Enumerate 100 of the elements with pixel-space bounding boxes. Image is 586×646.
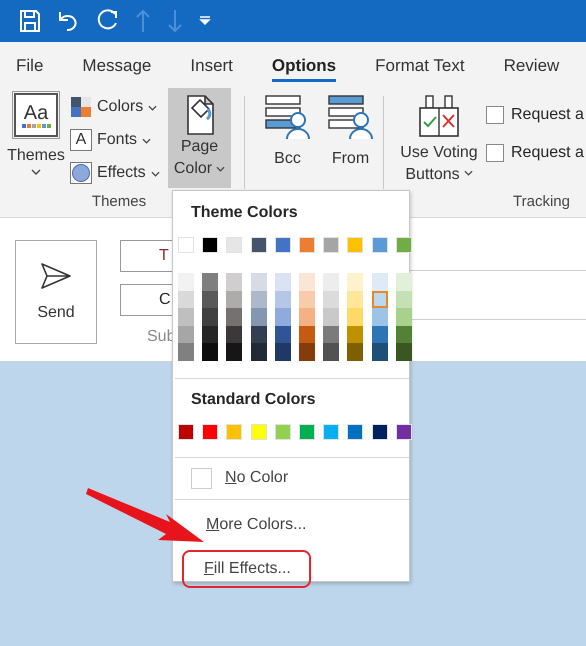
- ribbon-tab[interactable]: File: [16, 48, 44, 82]
- color-swatch[interactable]: [298, 424, 315, 440]
- ribbon-tab[interactable]: Insert: [190, 48, 233, 82]
- color-swatch[interactable]: [323, 273, 340, 291]
- ribbon-tab[interactable]: Options: [272, 48, 336, 82]
- color-swatch[interactable]: [323, 424, 340, 440]
- color-swatch[interactable]: [202, 237, 218, 253]
- color-swatch[interactable]: [226, 273, 242, 291]
- color-swatch[interactable]: [250, 308, 267, 326]
- color-swatch[interactable]: [274, 290, 291, 308]
- color-swatch[interactable]: [226, 424, 242, 440]
- themes-button[interactable]: Aa Themes: [4, 88, 68, 175]
- color-swatch[interactable]: [178, 326, 194, 344]
- color-swatch[interactable]: [396, 273, 412, 291]
- color-swatch[interactable]: [274, 343, 291, 361]
- checkbox[interactable]: [486, 106, 504, 124]
- color-swatch[interactable]: [396, 424, 412, 440]
- ribbon-tab[interactable]: Review: [504, 48, 560, 82]
- color-swatch[interactable]: [226, 290, 242, 308]
- address-card-icon: [326, 94, 374, 140]
- color-swatch[interactable]: [323, 237, 340, 253]
- menu-item[interactable]: More Colors...: [183, 510, 330, 540]
- page-color-button[interactable]: Page Color: [168, 88, 231, 188]
- ribbon-button[interactable]: Colors: [70, 95, 168, 119]
- color-swatch[interactable]: [250, 290, 267, 308]
- color-swatch[interactable]: [226, 343, 242, 361]
- color-swatch[interactable]: [274, 424, 291, 440]
- color-swatch[interactable]: [323, 290, 340, 308]
- color-swatch[interactable]: [372, 424, 388, 440]
- color-swatch[interactable]: [298, 273, 315, 291]
- color-swatch[interactable]: [298, 343, 315, 361]
- color-swatch[interactable]: [372, 273, 388, 291]
- ballot-box-icon: [418, 94, 460, 138]
- ribbon-button[interactable]: Effects: [70, 161, 168, 185]
- color-swatch[interactable]: [347, 237, 364, 253]
- color-swatch[interactable]: [347, 290, 364, 308]
- color-swatch[interactable]: [323, 308, 340, 326]
- color-swatch[interactable]: [396, 343, 412, 361]
- color-swatch[interactable]: [250, 237, 267, 253]
- save-icon[interactable]: [19, 9, 41, 33]
- color-swatch[interactable]: [178, 273, 194, 291]
- color-swatch[interactable]: [323, 343, 340, 361]
- voting-buttons-button[interactable]: Use Voting Buttons: [396, 88, 482, 186]
- color-swatch[interactable]: [347, 308, 364, 326]
- send-icon: [40, 262, 72, 290]
- ribbon-tab[interactable]: Format Text: [375, 48, 465, 82]
- color-swatch[interactable]: [202, 326, 218, 344]
- color-swatch[interactable]: [226, 237, 242, 253]
- ribbon-tab[interactable]: Message: [82, 48, 152, 82]
- color-swatch[interactable]: [202, 308, 218, 326]
- color-swatch[interactable]: [372, 308, 388, 326]
- color-swatch[interactable]: [202, 273, 218, 291]
- color-swatch[interactable]: [274, 326, 291, 344]
- color-swatch[interactable]: [274, 237, 291, 253]
- color-swatch[interactable]: [298, 290, 315, 308]
- color-swatch[interactable]: [250, 424, 267, 440]
- color-swatch[interactable]: [372, 237, 388, 253]
- checkbox-label: Request a: [511, 106, 584, 124]
- color-swatch[interactable]: [323, 326, 340, 344]
- ribbon-button[interactable]: Bcc: [261, 88, 314, 170]
- ribbon-button[interactable]: A Fonts: [70, 128, 168, 152]
- color-swatch[interactable]: [178, 424, 194, 440]
- no-color-item[interactable]: No Color: [225, 469, 288, 488]
- color-swatch[interactable]: [274, 308, 291, 326]
- color-swatch[interactable]: [396, 290, 412, 308]
- customize-icon[interactable]: [199, 16, 211, 26]
- color-swatch[interactable]: [250, 326, 267, 344]
- color-swatch[interactable]: [298, 237, 315, 253]
- color-swatch[interactable]: [274, 273, 291, 291]
- color-swatch[interactable]: [226, 326, 242, 344]
- address-card-icon: [264, 94, 312, 140]
- color-swatch[interactable]: [396, 326, 412, 344]
- checkbox[interactable]: [486, 144, 504, 162]
- group-label: Themes: [92, 193, 146, 212]
- color-swatch[interactable]: [396, 237, 412, 253]
- color-swatch[interactable]: [202, 343, 218, 361]
- color-swatch[interactable]: [250, 273, 267, 291]
- color-swatch[interactable]: [347, 326, 364, 344]
- color-swatch[interactable]: [372, 290, 388, 308]
- color-swatch[interactable]: [347, 424, 364, 440]
- send-button[interactable]: Send: [15, 240, 97, 344]
- color-swatch[interactable]: [250, 343, 267, 361]
- color-swatch[interactable]: [178, 237, 194, 253]
- undo-icon[interactable]: [57, 9, 79, 33]
- color-swatch[interactable]: [178, 308, 194, 326]
- color-swatch[interactable]: [372, 326, 388, 344]
- color-swatch[interactable]: [396, 308, 412, 326]
- highlighted-menu-item[interactable]: Fill Effects...: [182, 550, 311, 588]
- color-swatch[interactable]: [202, 424, 218, 440]
- fonts-icon: A: [70, 129, 92, 151]
- color-swatch[interactable]: [226, 308, 242, 326]
- color-swatch[interactable]: [372, 343, 388, 361]
- color-swatch[interactable]: [178, 290, 194, 308]
- color-swatch[interactable]: [202, 290, 218, 308]
- color-swatch[interactable]: [178, 343, 194, 361]
- color-swatch[interactable]: [347, 273, 364, 291]
- color-swatch[interactable]: [347, 343, 364, 361]
- ribbon-button[interactable]: From: [324, 88, 377, 170]
- color-swatch[interactable]: [298, 326, 315, 344]
- color-swatch[interactable]: [298, 308, 315, 326]
